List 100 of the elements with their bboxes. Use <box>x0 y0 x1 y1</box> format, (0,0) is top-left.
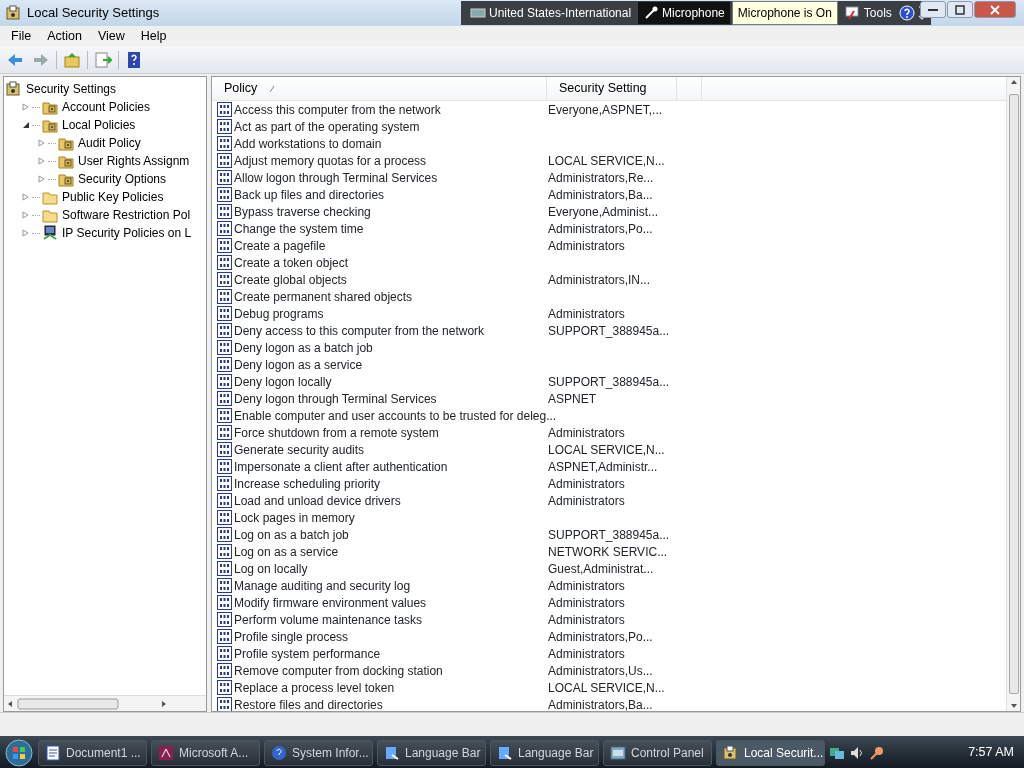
policy-name[interactable]: Allow logon through Terminal Services <box>234 168 438 187</box>
tree-item[interactable]: Audit Policy <box>76 134 143 152</box>
policy-name[interactable]: Act as part of the operating system <box>234 117 420 136</box>
policy-icon <box>217 459 232 474</box>
menu-item[interactable]: Action <box>39 26 90 46</box>
column-header[interactable]: Security Setting <box>547 77 677 100</box>
policy-name[interactable]: Profile system performance <box>234 644 381 663</box>
policy-name[interactable]: Deny logon through Terminal Services <box>234 389 437 408</box>
menu-item[interactable]: File <box>3 26 40 46</box>
security-setting: SUPPORT_388945a... <box>547 526 670 544</box>
help-icon <box>271 744 287 761</box>
microphone-button[interactable]: Microphone <box>638 2 730 24</box>
expand-icon[interactable] <box>38 139 46 147</box>
tree-item[interactable]: Account Policies <box>60 98 153 116</box>
policy-name[interactable]: Deny access to this computer from the network <box>234 321 485 340</box>
security-setting: Administrators,Re... <box>547 169 654 187</box>
tree-item[interactable]: Public Key Policies <box>60 188 166 206</box>
taskbar-button[interactable]: System Infor... <box>264 739 373 766</box>
scroll-up-icon[interactable] <box>1009 79 1018 85</box>
policy-name[interactable]: Lock pages in memory <box>234 508 355 527</box>
policy-name[interactable]: Impersonate a client after authentication <box>234 457 448 476</box>
help-icon[interactable] <box>898 5 915 21</box>
folder-icon <box>42 207 58 223</box>
policy-name[interactable]: Perform volume maintenance tasks <box>234 610 423 629</box>
keyboard-layout-button[interactable]: United States-International <box>465 2 637 24</box>
policy-name[interactable]: Manage auditing and security log <box>234 576 411 595</box>
policy-name[interactable]: Restore files and directories <box>234 695 383 711</box>
policy-icon <box>217 187 232 202</box>
policy-name[interactable]: Access this computer from the network <box>234 100 441 119</box>
tree-item[interactable]: Local Policies <box>60 116 138 134</box>
security-setting: Administrators <box>547 594 625 612</box>
start-button[interactable] <box>4 737 34 768</box>
policy-name[interactable]: Profile single process <box>234 627 349 646</box>
locked-folder-icon <box>58 171 74 187</box>
document-icon <box>45 744 61 761</box>
policy-icon <box>217 527 232 542</box>
export-list-button[interactable] <box>92 49 114 70</box>
policy-name[interactable]: Log on as a service <box>234 542 339 561</box>
expand-icon[interactable] <box>38 157 46 165</box>
policy-name[interactable]: Generate security audits <box>234 440 365 459</box>
security-setting: Everyone,ASPNET,... <box>547 101 663 119</box>
policy-name[interactable]: Create global objects <box>234 270 347 289</box>
policy-name[interactable]: Deny logon as a batch job <box>234 338 373 357</box>
clock: 7:57 AM <box>968 744 1014 762</box>
close-button[interactable] <box>974 1 1016 18</box>
policy-name[interactable]: Increase scheduling priority <box>234 474 381 493</box>
policy-name[interactable]: Log on locally <box>234 559 308 578</box>
maximize-button[interactable] <box>947 1 973 18</box>
expand-icon[interactable] <box>22 103 30 111</box>
policy-name[interactable]: Load and unload device drivers <box>234 491 401 510</box>
scroll-down-icon[interactable] <box>1009 703 1018 709</box>
tree-item[interactable]: User Rights Assignm <box>76 152 192 170</box>
taskbar-button[interactable]: Control Panel <box>603 739 712 766</box>
security-setting: Administrators <box>547 492 625 510</box>
policy-name[interactable]: Create a token object <box>234 253 349 272</box>
microphone-icon[interactable] <box>869 744 885 761</box>
menu-item[interactable]: Help <box>132 26 175 46</box>
tree-item[interactable]: Security Settings <box>24 80 119 98</box>
policy-name[interactable]: Debug programs <box>234 304 324 323</box>
policy-name[interactable]: Replace a process level token <box>234 678 395 697</box>
policy-name[interactable]: Change the system time <box>234 219 364 238</box>
policy-name[interactable]: Modify firmware environment values <box>234 593 427 612</box>
tree-item[interactable]: Security Options <box>76 170 169 188</box>
policy-name[interactable]: Add workstations to domain <box>234 134 382 153</box>
security-setting: Administrators,IN... <box>547 271 651 289</box>
taskbar-button[interactable]: Microsoft A... <box>151 739 260 766</box>
policy-name[interactable]: Create a pagefile <box>234 236 326 255</box>
policy-name[interactable]: Force shutdown from a remote system <box>234 423 439 442</box>
tools-button[interactable]: Tools <box>839 2 897 24</box>
tree-item[interactable]: Software Restriction Pol <box>60 206 193 224</box>
policy-name[interactable]: Bypass traverse checking <box>234 202 371 221</box>
policy-name[interactable]: Back up files and directories <box>234 185 385 204</box>
policy-icon <box>217 102 232 117</box>
taskbar-button[interactable]: Local Securit... <box>716 739 825 766</box>
policy-name[interactable]: Create permanent shared objects <box>234 287 413 306</box>
language-bar-icon <box>497 744 513 761</box>
policy-name[interactable]: Deny logon as a service <box>234 355 363 374</box>
policy-name[interactable]: Log on as a batch job <box>234 525 349 544</box>
expand-icon[interactable] <box>22 193 30 201</box>
policy-icon <box>217 306 232 321</box>
policy-icon <box>217 663 232 678</box>
policy-name[interactable]: Remove computer from docking station <box>234 661 443 680</box>
minimize-button[interactable] <box>920 1 946 18</box>
tree-item[interactable]: IP Security Policies on L <box>60 224 194 242</box>
taskbar-button[interactable]: Language Bar <box>377 739 486 766</box>
expand-icon[interactable] <box>22 229 30 237</box>
policy-icon <box>217 204 232 219</box>
policy-icon <box>217 612 232 627</box>
policy-name[interactable]: Adjust memory quotas for a process <box>234 151 427 170</box>
column-header[interactable]: Policy <box>212 77 547 100</box>
taskbar-button[interactable]: Document1 ... <box>38 739 147 766</box>
policy-icon <box>217 136 232 151</box>
taskbar-button[interactable]: Language Bar <box>490 739 599 766</box>
policy-name[interactable]: Deny logon locally <box>234 372 332 391</box>
collapse-icon[interactable] <box>22 121 30 129</box>
policy-name[interactable]: Enable computer and user accounts to be trusted for deleg... <box>234 406 557 425</box>
vertical-scrollbar[interactable] <box>1006 77 1020 711</box>
expand-icon[interactable] <box>22 211 30 219</box>
menu-item[interactable]: View <box>89 26 133 46</box>
expand-icon[interactable] <box>38 175 46 183</box>
